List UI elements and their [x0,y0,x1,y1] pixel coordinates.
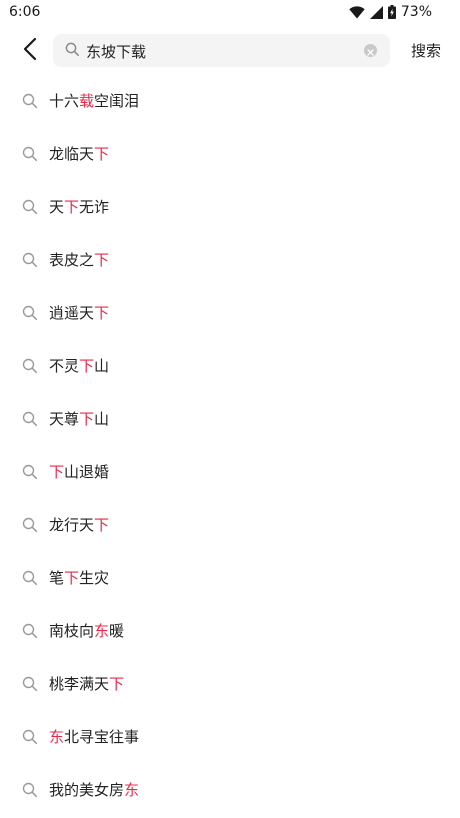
suggestion-text-highlight: 载 [79,92,95,110]
search-icon [22,252,38,272]
search-button[interactable]: 搜索 [411,40,441,61]
suggestion-text-prefix: 桃李满天 [49,675,110,693]
suggestion-text: 龙行天下 [49,515,109,535]
suggestion-text: 天下无诈 [49,197,109,217]
suggestion-text-prefix: 龙临天 [49,145,95,163]
suggestion-item[interactable]: 十六载空闺泪 [0,75,460,128]
close-icon [367,41,374,60]
suggestion-text-highlight: 下 [94,145,110,163]
suggestion-item[interactable]: 龙行天下 [0,499,460,552]
suggestion-item[interactable]: 龙临天下 [0,128,460,181]
search-box[interactable] [53,34,390,67]
suggestion-text-highlight: 下 [94,251,110,269]
suggestion-text-highlight: 下 [49,463,65,481]
search-icon [65,42,80,61]
suggestion-text: 南枝向东暖 [49,621,124,641]
search-icon [22,782,38,802]
battery-charging-icon [387,5,396,19]
search-icon [22,570,38,590]
suggestion-text-prefix: 十六 [49,92,80,110]
chevron-left-icon [23,37,37,65]
search-icon [22,623,38,643]
suggestion-text-highlight: 下 [94,304,110,322]
suggestion-text: 下山退婚 [49,462,109,482]
suggestion-text-highlight: 东 [94,622,110,640]
suggestion-text-suffix: 山 [94,357,110,375]
suggestion-item[interactable]: 不灵下山 [0,340,460,393]
suggestion-text-prefix: 天 [49,198,65,216]
suggestion-text-prefix: 龙行天 [49,516,95,534]
suggestion-text-highlight: 东 [49,728,65,746]
suggestion-item[interactable]: 下山退婚 [0,446,460,499]
suggestion-text-prefix: 南枝向 [49,622,95,640]
status-time: 6:06 [9,4,41,20]
suggestion-text-suffix: 空闺泪 [94,92,140,110]
cellular-signal-icon [369,5,383,19]
suggestion-text: 龙临天下 [49,144,109,164]
suggestion-text: 逍遥天下 [49,303,109,323]
search-icon [22,199,38,219]
suggestion-text-prefix: 天尊 [49,410,80,428]
suggestion-text-prefix: 我的美女房 [49,781,125,799]
suggestion-text-suffix: 北寻宝往事 [64,728,140,746]
suggestion-text-highlight: 东 [124,781,140,799]
suggestion-item[interactable]: 我的美女房东 [0,764,460,817]
battery-percentage: 73% [400,4,432,20]
suggestion-item[interactable]: 桃李满天下 [0,658,460,711]
suggestion-item[interactable]: 南枝向东暖 [0,605,460,658]
search-header: 搜索 [0,26,460,76]
suggestion-list: 十六载空闺泪 龙临天下 天下无诈 表皮之下 逍遥天下 不灵下山 天尊下山 下山退婚 龙行天下 笔下… [0,75,460,817]
suggestion-text-highlight: 下 [64,198,80,216]
suggestion-text-highlight: 下 [109,675,125,693]
suggestion-text-prefix: 不灵 [49,357,80,375]
clear-search-button[interactable] [364,44,377,57]
suggestion-text-suffix: 山退婚 [64,463,110,481]
suggestion-text-suffix: 无诈 [79,198,110,216]
suggestion-text-highlight: 下 [79,410,95,428]
suggestion-text: 笔下生灾 [49,568,109,588]
suggestion-text-suffix: 山 [94,410,110,428]
suggestion-text: 东北寻宝往事 [49,727,139,747]
status-bar: 6:06 73% [0,0,460,26]
suggestion-item[interactable]: 东北寻宝往事 [0,711,460,764]
search-icon [22,411,38,431]
suggestion-item[interactable]: 笔下生灾 [0,552,460,605]
suggestion-item[interactable]: 天尊下山 [0,393,460,446]
search-icon [22,676,38,696]
suggestion-text: 表皮之下 [49,250,109,270]
suggestion-text-highlight: 下 [79,357,95,375]
search-icon [22,358,38,378]
search-icon [22,146,38,166]
suggestion-item[interactable]: 逍遥天下 [0,287,460,340]
search-icon [22,729,38,749]
suggestion-text: 天尊下山 [49,409,109,429]
suggestion-item[interactable]: 表皮之下 [0,234,460,287]
search-icon [22,305,38,325]
suggestion-text-prefix: 表皮之 [49,251,95,269]
suggestion-text-suffix: 暖 [109,622,125,640]
suggestion-text-suffix: 生灾 [79,569,110,587]
search-input[interactable] [86,39,356,63]
back-button[interactable] [16,36,44,66]
suggestion-text: 十六载空闺泪 [49,91,139,111]
search-icon [22,464,38,484]
suggestion-text: 桃李满天下 [49,674,124,694]
suggestion-text-prefix: 逍遥天 [49,304,95,322]
status-icons: 73% [349,4,432,20]
search-icon [22,517,38,537]
wifi-icon [349,5,365,19]
suggestion-text-prefix: 笔 [49,569,65,587]
suggestion-item[interactable]: 天下无诈 [0,181,460,234]
suggestion-text: 我的美女房东 [49,780,139,800]
suggestion-text-highlight: 下 [64,569,80,587]
search-icon [22,93,38,113]
suggestion-text-highlight: 下 [94,516,110,534]
suggestion-text: 不灵下山 [49,356,109,376]
